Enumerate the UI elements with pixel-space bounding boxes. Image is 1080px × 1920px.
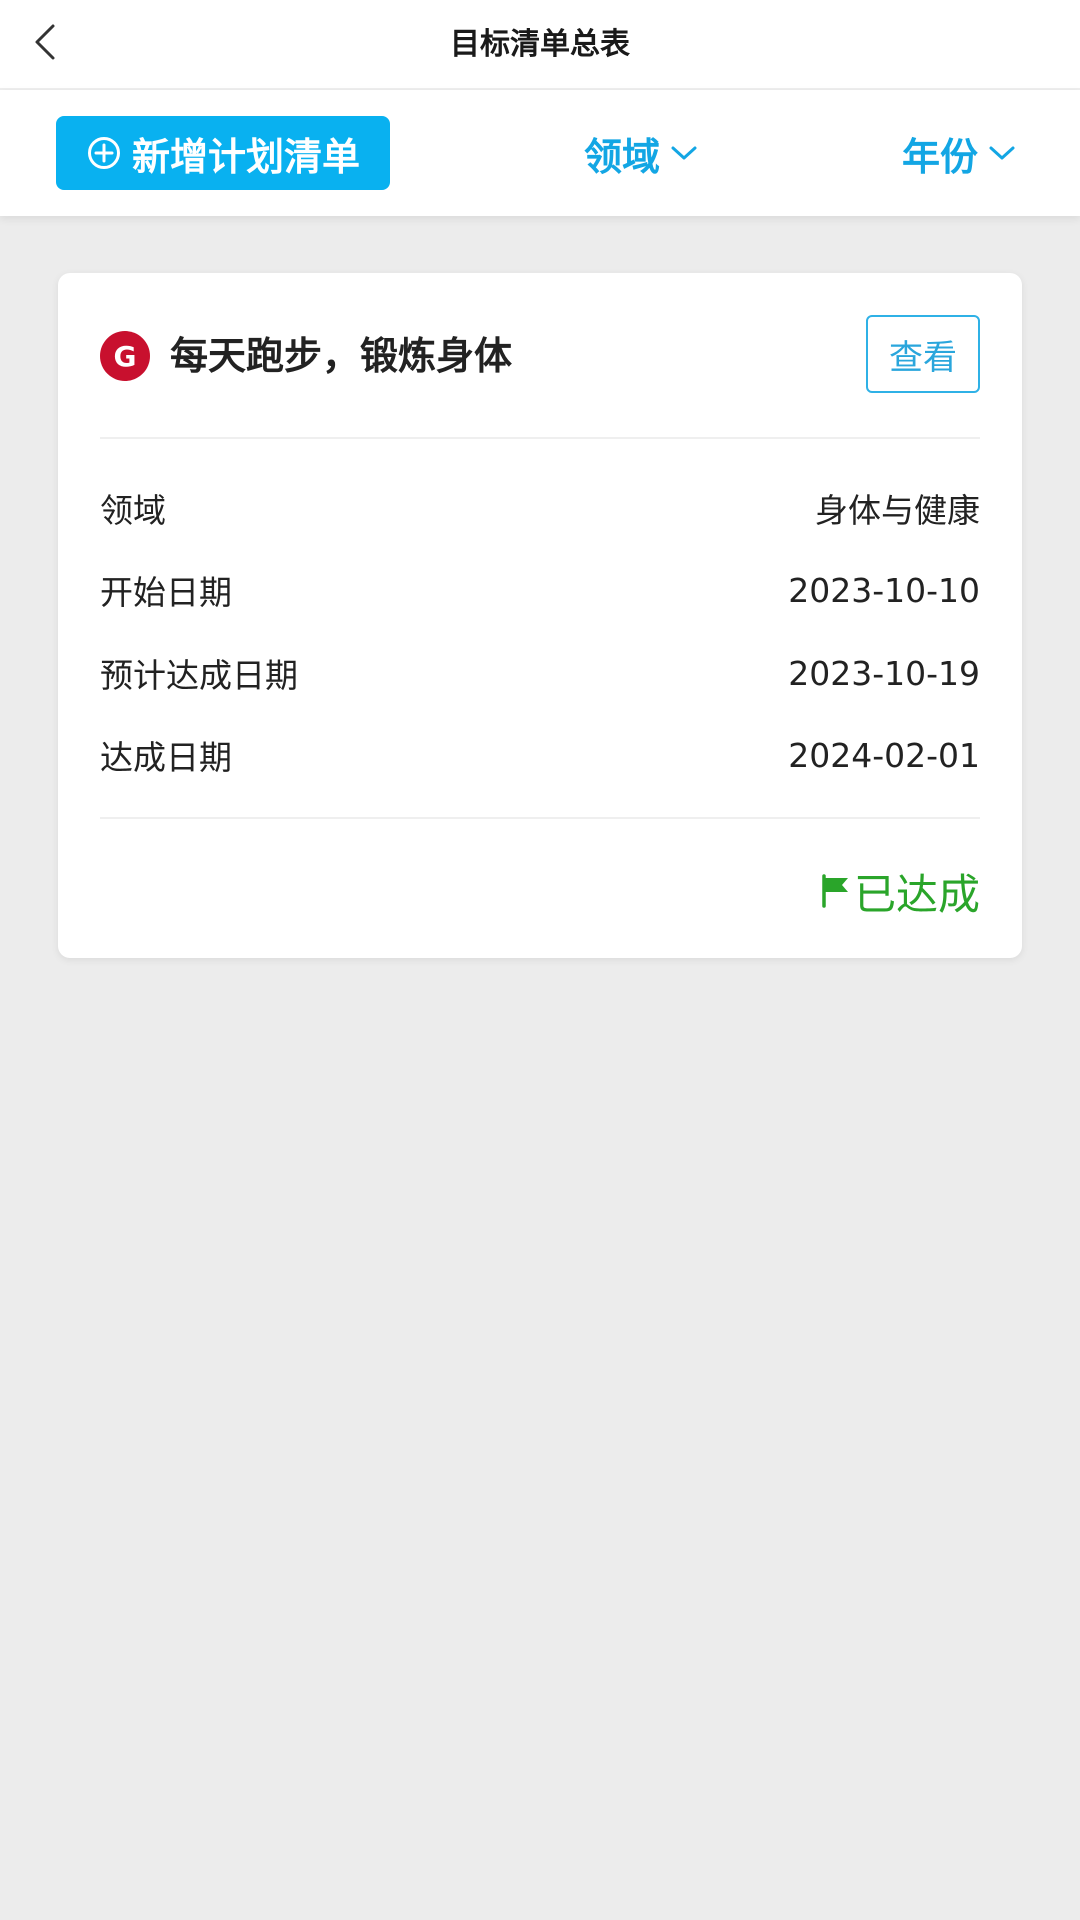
detail-label: 领域 xyxy=(100,491,166,530)
detail-value: 身体与健康 xyxy=(815,491,980,530)
add-plan-label: 新增计划清单 xyxy=(131,134,360,179)
chevron-down-icon xyxy=(670,143,698,163)
detail-row-domain: 领域 身体与健康 xyxy=(100,483,980,533)
add-plan-button[interactable]: 新增计划清单 xyxy=(56,116,390,190)
status-badge: 已达成 xyxy=(820,863,980,919)
detail-value: 2023-10-10 xyxy=(788,570,980,610)
detail-label: 开始日期 xyxy=(100,573,232,612)
page-title: 目标清单总表 xyxy=(450,27,630,62)
divider xyxy=(100,817,980,819)
filter-year-dropdown[interactable]: 年份 xyxy=(902,120,1016,186)
app-root: 目标清单总表 新增计划清单 领域 年份 G 每天跑步，锻炼身体 查看 领域 身体… xyxy=(0,0,1080,1920)
divider xyxy=(100,437,980,439)
goal-card-header: G 每天跑步，锻炼身体 查看 xyxy=(100,315,980,395)
detail-label: 预计达成日期 xyxy=(100,656,298,695)
toolbar: 新增计划清单 领域 年份 xyxy=(0,90,1080,216)
view-button[interactable]: 查看 xyxy=(866,315,980,393)
goal-card: G 每天跑步，锻炼身体 查看 领域 身体与健康 开始日期 2023-10-10 … xyxy=(58,273,1022,958)
detail-value: 2023-10-19 xyxy=(788,653,980,693)
detail-value: 2024-02-01 xyxy=(788,735,980,775)
detail-row-target-date: 预计达成日期 2023-10-19 xyxy=(100,648,980,698)
status-label: 已达成 xyxy=(853,869,980,919)
filter-domain-label: 领域 xyxy=(584,134,661,179)
goal-badge: G xyxy=(100,331,150,381)
plus-circle-icon xyxy=(86,135,122,171)
detail-row-start-date: 开始日期 2023-10-10 xyxy=(100,565,980,615)
navbar: 目标清单总表 xyxy=(0,0,1080,90)
goal-title: 每天跑步，锻炼身体 xyxy=(170,334,513,378)
chevron-down-icon xyxy=(988,143,1016,163)
detail-row-achieved-date: 达成日期 2024-02-01 xyxy=(100,730,980,780)
flag-icon xyxy=(820,874,852,908)
detail-label: 达成日期 xyxy=(100,738,232,777)
filter-domain-dropdown[interactable]: 领域 xyxy=(584,120,698,186)
filter-year-label: 年份 xyxy=(902,134,979,179)
